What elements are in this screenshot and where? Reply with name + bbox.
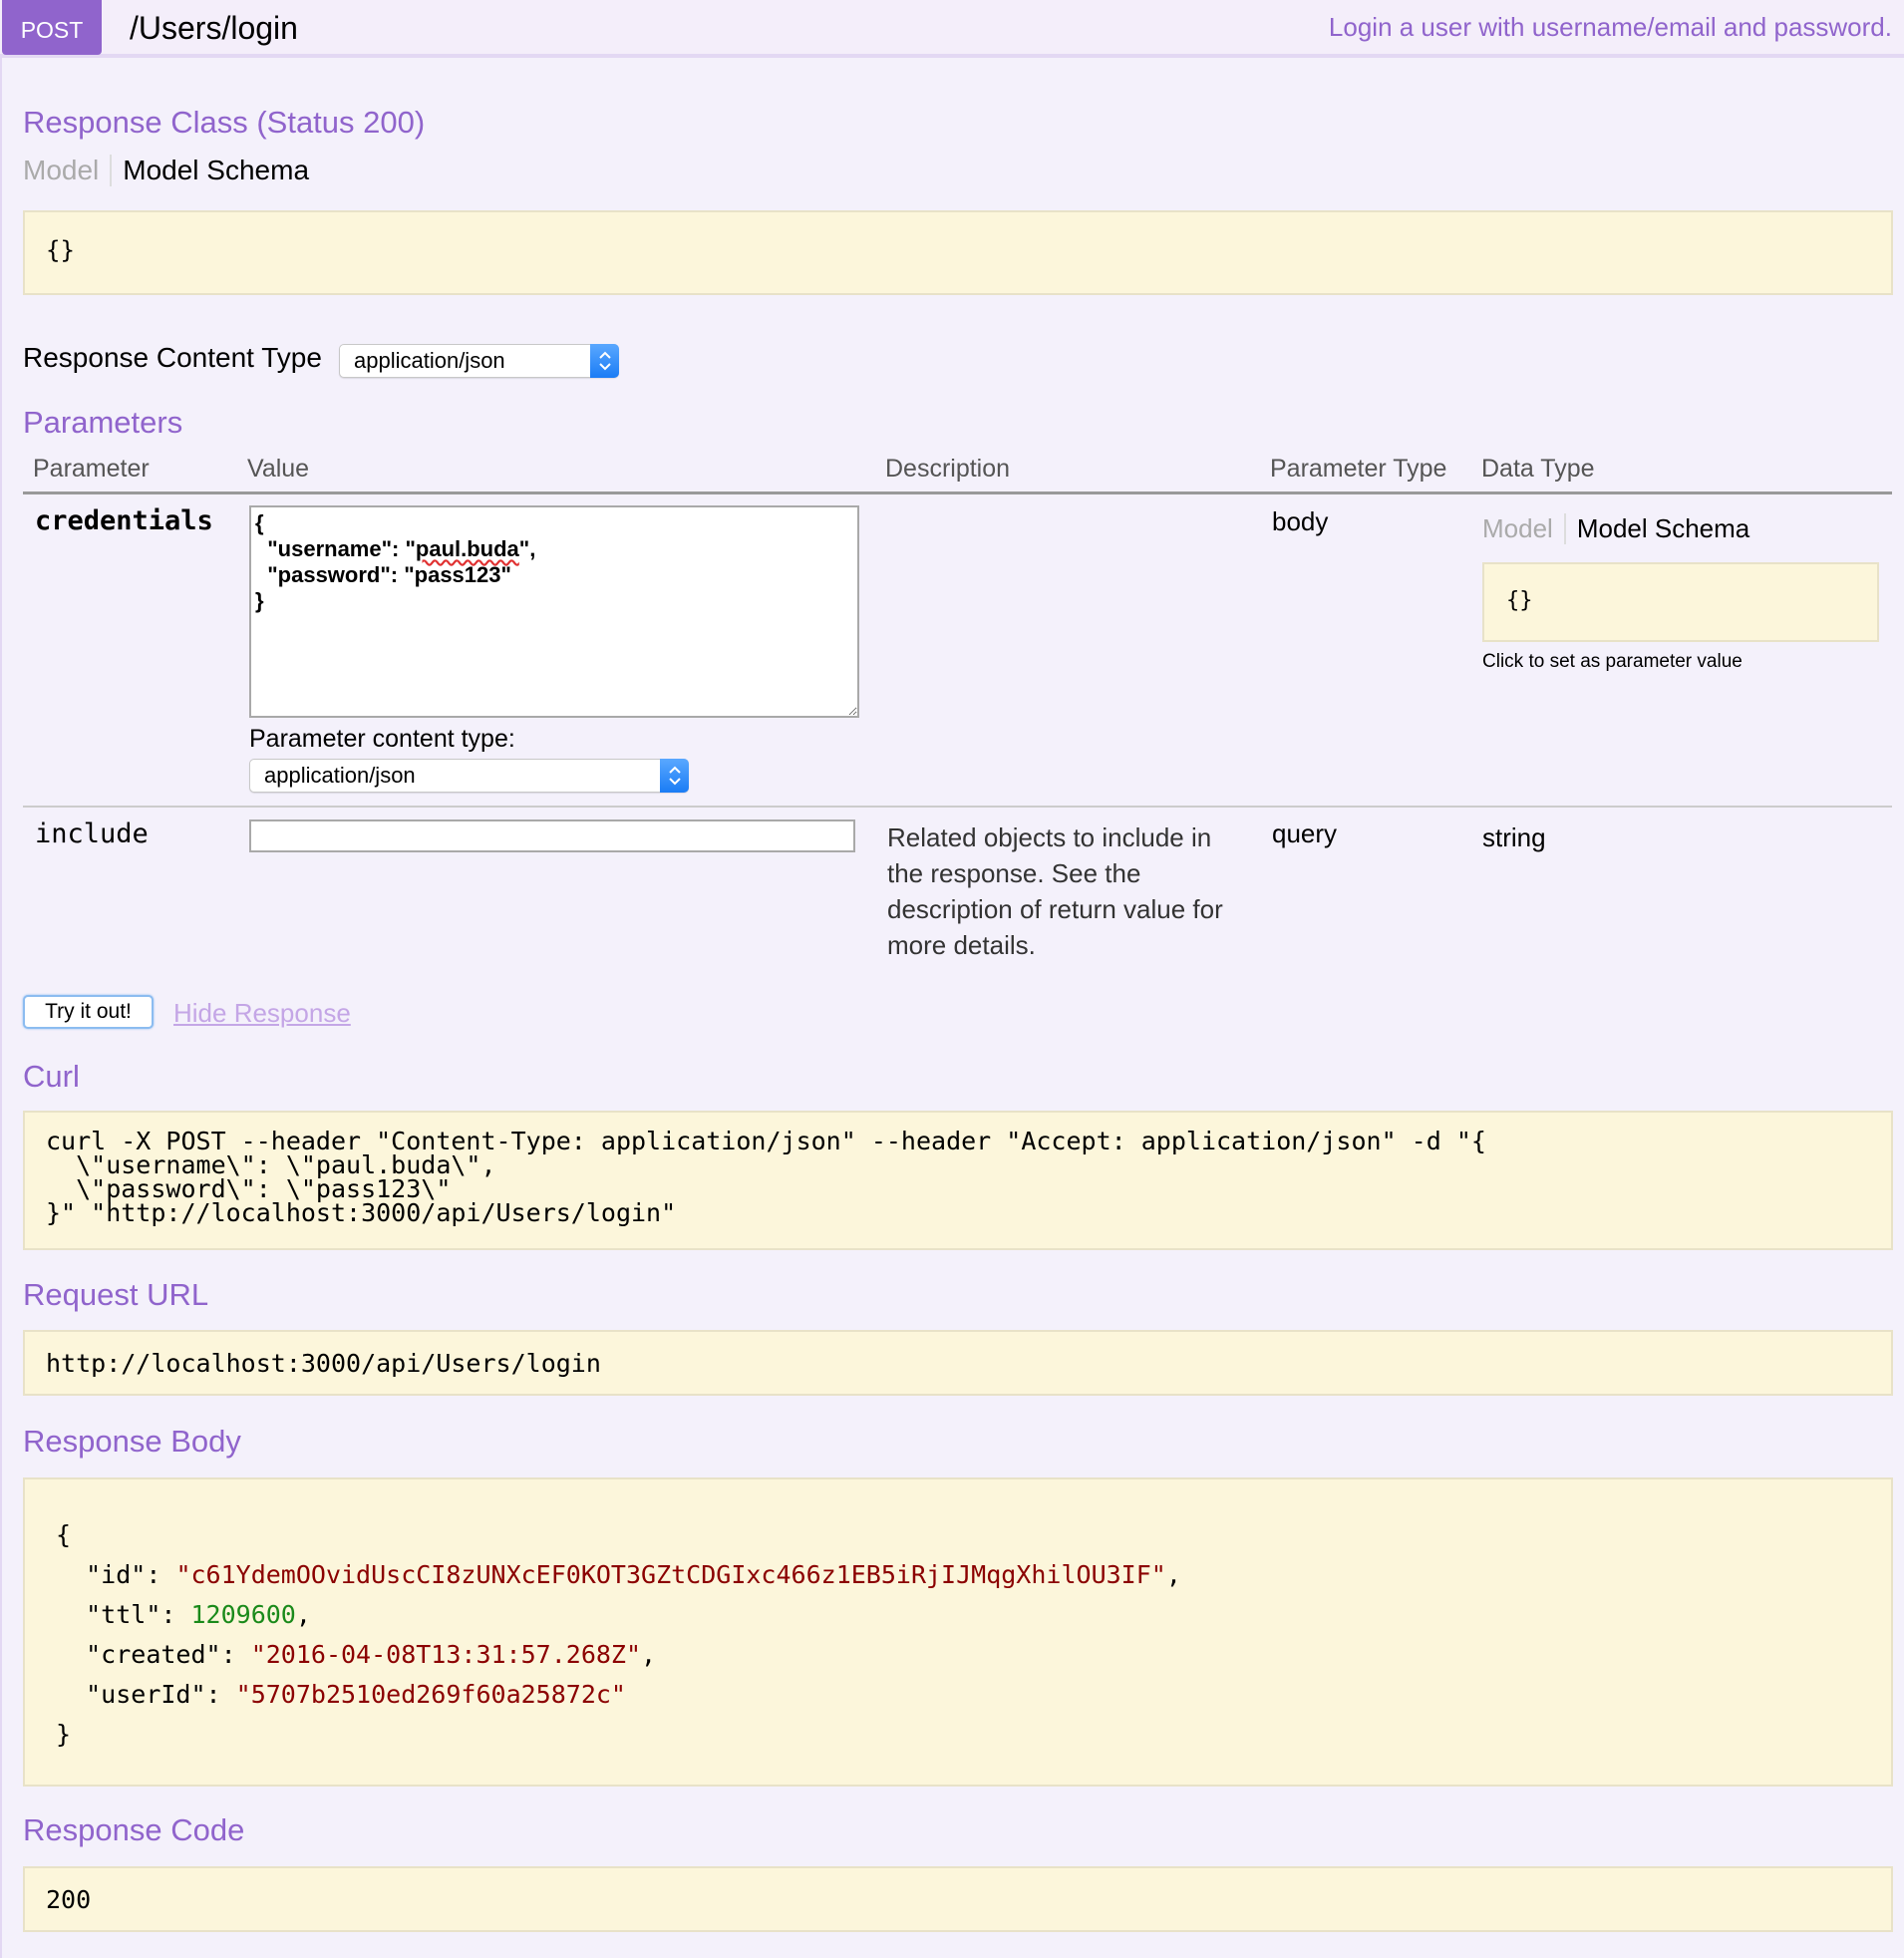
response-content-type-value: application/json bbox=[354, 348, 505, 373]
response-body-title: Response Body bbox=[23, 1424, 241, 1459]
http-method-badge[interactable]: POST bbox=[2, 0, 102, 55]
tab-model-schema[interactable]: Model Schema bbox=[1566, 513, 1749, 544]
operation-path[interactable]: /Users/login bbox=[130, 10, 298, 47]
param-content-type-label: Parameter content type: bbox=[249, 725, 515, 753]
response-class-title: Response Class (Status 200) bbox=[23, 105, 426, 140]
try-it-out-button[interactable]: Try it out! bbox=[23, 995, 154, 1029]
hide-response-link[interactable]: Hide Response bbox=[173, 998, 351, 1029]
response-body-json: { "id": "c61YdemOOvidUscCI8zUNXcEF0KOT3G… bbox=[56, 1520, 1181, 1749]
column-header-value: Value bbox=[247, 455, 310, 483]
curl-snippet[interactable]: curl -X POST --header "Content-Type: app… bbox=[23, 1111, 1893, 1250]
response-schema-value: {} bbox=[46, 236, 75, 264]
param-name-credentials: credentials bbox=[35, 505, 213, 536]
include-input[interactable] bbox=[249, 819, 855, 852]
column-header-description: Description bbox=[885, 455, 1011, 483]
column-header-parameter: Parameter bbox=[33, 455, 150, 483]
request-url-snippet[interactable]: http://localhost:3000/api/Users/login bbox=[23, 1330, 1893, 1396]
left-border bbox=[0, 58, 2, 1958]
column-header-parameter-type: Parameter Type bbox=[1270, 455, 1447, 483]
param-type-credentials: body bbox=[1272, 506, 1329, 536]
param-schema-value: {} bbox=[1506, 588, 1533, 613]
param-model-tabs: Model Model Schema bbox=[1482, 513, 1749, 544]
tab-model-schema[interactable]: Model Schema bbox=[112, 155, 309, 186]
column-header-data-type: Data Type bbox=[1481, 455, 1595, 483]
response-content-type-select[interactable]: application/json bbox=[339, 344, 619, 378]
param-type-include: query bbox=[1272, 818, 1338, 848]
response-schema-snippet[interactable]: {} bbox=[23, 210, 1893, 295]
table-header-rule bbox=[23, 491, 1892, 494]
table-row-rule bbox=[23, 806, 1892, 808]
select-arrows-icon bbox=[660, 759, 689, 793]
response-content-type-label: Response Content Type bbox=[23, 342, 322, 373]
curl-command: curl -X POST --header "Content-Type: app… bbox=[46, 1127, 1486, 1227]
tab-model[interactable]: Model bbox=[1482, 513, 1566, 544]
data-type-include: string bbox=[1482, 822, 1546, 852]
param-content-type-select[interactable]: application/json bbox=[249, 759, 689, 793]
parameters-title: Parameters bbox=[23, 405, 183, 440]
response-code-title: Response Code bbox=[23, 1812, 245, 1847]
param-schema-snippet[interactable]: {} bbox=[1482, 562, 1879, 642]
param-schema-hint: Click to set as parameter value bbox=[1482, 651, 1743, 672]
param-name-include: include bbox=[35, 818, 149, 849]
request-url-title: Request URL bbox=[23, 1277, 209, 1312]
select-arrows-icon bbox=[590, 344, 619, 378]
param-description-include: Related objects to include in the respon… bbox=[887, 822, 1223, 960]
tab-model[interactable]: Model bbox=[23, 155, 113, 186]
operation-summary[interactable]: Login a user with username/email and pas… bbox=[1329, 12, 1892, 43]
curl-title: Curl bbox=[23, 1059, 80, 1094]
request-url-value: http://localhost:3000/api/Users/login bbox=[46, 1349, 601, 1378]
operation-header[interactable]: POST /Users/login Login a user with user… bbox=[0, 0, 1904, 58]
response-body-snippet[interactable]: { "id": "c61YdemOOvidUscCI8zUNXcEF0KOT3G… bbox=[23, 1477, 1893, 1787]
param-content-type-value: application/json bbox=[264, 763, 416, 788]
credentials-body-textarea[interactable] bbox=[249, 505, 859, 718]
response-code-snippet[interactable]: 200 bbox=[23, 1866, 1893, 1932]
response-model-tabs: Model Model Schema bbox=[23, 155, 309, 186]
response-code-value: 200 bbox=[46, 1885, 92, 1914]
